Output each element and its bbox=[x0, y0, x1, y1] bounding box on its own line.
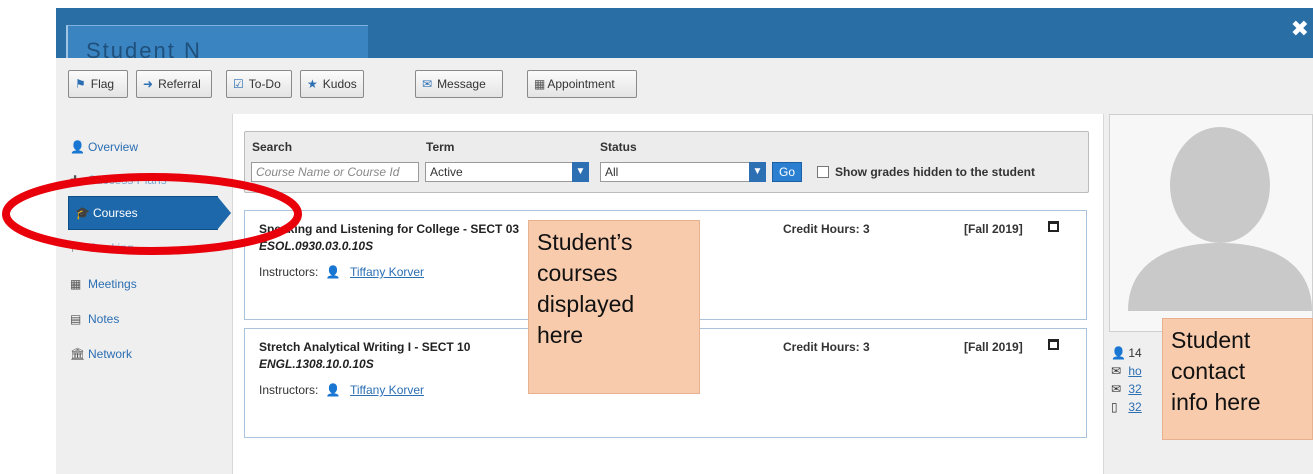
user-icon: 👤 bbox=[325, 265, 341, 279]
instructor-link[interactable]: Tiffany Korver bbox=[350, 383, 424, 397]
instructors-label: Instructors: bbox=[259, 265, 319, 279]
callout-line: displayed bbox=[537, 291, 635, 317]
calendar-icon: ▦ bbox=[70, 277, 82, 291]
callout-line: Student bbox=[1171, 327, 1251, 353]
contact-email-1[interactable]: ✉ ho bbox=[1111, 364, 1142, 378]
user-icon: 👤 bbox=[325, 383, 341, 397]
course-code: ENGL.1308.10.0.10S bbox=[259, 357, 374, 371]
course-term: [Fall 2019] bbox=[964, 222, 1023, 236]
sidebar-item-label: Success Plans bbox=[88, 173, 167, 187]
kudos-button[interactable]: ★ Kudos bbox=[300, 70, 364, 98]
referral-button[interactable]: ➜ Referral bbox=[136, 70, 212, 98]
sidebar-item-meetings[interactable]: ▦ Meetings bbox=[68, 270, 228, 298]
window-icon[interactable] bbox=[1048, 221, 1059, 232]
course-title: Speaking and Listening for College - SEC… bbox=[259, 222, 520, 236]
term-select[interactable]: Active bbox=[425, 162, 573, 182]
search-label: Search bbox=[252, 140, 293, 154]
contact-id: 👤 14 bbox=[1111, 346, 1142, 360]
callout-line: here bbox=[537, 322, 584, 348]
instructors-label: Instructors: bbox=[259, 383, 319, 397]
sidebar-item-label: Notes bbox=[88, 312, 120, 326]
referral-icon: ➜ bbox=[143, 77, 154, 91]
term-label: Term bbox=[426, 140, 455, 154]
sidebar-item-overview[interactable]: 👤 Overview bbox=[68, 133, 228, 161]
course-filter-bar: Search Term Status Course Name or Course… bbox=[244, 131, 1089, 193]
window-icon[interactable] bbox=[1048, 339, 1059, 350]
user-icon: 👤 bbox=[70, 140, 85, 154]
sidebar-item-tracking[interactable]: ⚑ Tracking bbox=[68, 234, 228, 262]
message-button[interactable]: ✉ Message bbox=[415, 70, 503, 98]
show-hidden-grades-checkbox[interactable] bbox=[817, 166, 829, 178]
student-photo bbox=[1109, 114, 1313, 332]
sidebar-item-label: Tracking bbox=[88, 241, 134, 255]
chevron-down-icon[interactable]: ▼ bbox=[749, 162, 766, 182]
course-title: Stretch Analytical Writing I - SECT 10 bbox=[259, 340, 471, 354]
mobile-phone-icon: ▯ bbox=[1111, 400, 1118, 414]
student-name-text: Student N bbox=[86, 38, 202, 58]
sidebar-item-success-plans[interactable]: ✚ Success Plans bbox=[68, 166, 228, 194]
course-instructors: Instructors: 👤 Tiffany Korver bbox=[259, 383, 424, 397]
kudos-button-label: Kudos bbox=[322, 77, 357, 91]
graduation-cap-icon: 🎓 bbox=[75, 206, 90, 220]
sidebar-item-courses[interactable]: 🎓 Courses bbox=[68, 196, 231, 230]
envelope-icon: ✉ bbox=[1111, 364, 1122, 378]
contact-email-2[interactable]: ✉ 32 bbox=[1111, 382, 1142, 396]
message-button-label: Message bbox=[437, 77, 486, 91]
chevron-down-icon[interactable]: ▼ bbox=[572, 162, 589, 182]
sidebar-item-network[interactable]: 🏛 Network bbox=[68, 340, 228, 368]
note-icon: ▤ bbox=[70, 312, 82, 326]
flag-button-label: Flag bbox=[90, 77, 115, 91]
student-name-redacted: Student N bbox=[66, 25, 368, 58]
pin-icon: ✚ bbox=[70, 173, 81, 187]
status-label: Status bbox=[600, 140, 637, 154]
flag-icon: ⚑ bbox=[75, 77, 86, 91]
bank-icon: 🏛 bbox=[70, 347, 86, 361]
appointment-button-label: Appointment bbox=[547, 77, 615, 91]
calendar-add-icon: ▦ bbox=[534, 77, 546, 91]
student-profile-page: Student N ✖ ⚑ Flag ➜ Referral ☑ To-Do ★ … bbox=[0, 0, 1313, 474]
credit-hours: Credit Hours: 3 bbox=[783, 222, 870, 236]
show-hidden-grades-label: Show grades hidden to the student bbox=[835, 165, 1036, 179]
callout-line: courses bbox=[537, 260, 618, 286]
todo-button[interactable]: ☑ To-Do bbox=[226, 70, 292, 98]
sidebar-item-label: Overview bbox=[88, 140, 139, 154]
course-code: ESOL.0930.03.0.10S bbox=[259, 239, 374, 253]
tracking-icon: ⚑ bbox=[70, 241, 81, 255]
sidebar-item-label: Meetings bbox=[88, 277, 137, 291]
avatar-placeholder-icon bbox=[1128, 127, 1312, 311]
sidebar-item-label: Network bbox=[88, 347, 133, 361]
course-term: [Fall 2019] bbox=[964, 340, 1023, 354]
user-icon: 👤 bbox=[1111, 346, 1126, 360]
checkbox-icon: ☑ bbox=[233, 77, 244, 91]
instructor-link[interactable]: Tiffany Korver bbox=[350, 265, 424, 279]
todo-button-label: To-Do bbox=[248, 77, 281, 91]
close-icon[interactable]: ✖ bbox=[1291, 18, 1309, 40]
sidebar-item-label: Courses bbox=[93, 206, 138, 220]
envelope-icon: ✉ bbox=[422, 77, 433, 91]
referral-button-label: Referral bbox=[158, 77, 201, 91]
courses-annotation-callout: Student’s courses displayed here bbox=[528, 220, 700, 394]
contact-annotation-callout: Student contact info here bbox=[1162, 318, 1313, 440]
callout-line: contact bbox=[1171, 358, 1246, 384]
course-instructors: Instructors: 👤 Tiffany Korver bbox=[259, 265, 424, 279]
status-select[interactable]: All bbox=[600, 162, 750, 182]
active-arrow bbox=[217, 196, 231, 230]
sidebar-item-notes[interactable]: ▤ Notes bbox=[68, 305, 228, 333]
contact-phone[interactable]: ▯ 32 bbox=[1111, 400, 1142, 414]
search-input[interactable]: Course Name or Course Id bbox=[251, 162, 419, 182]
callout-line: Student’s bbox=[537, 229, 633, 255]
go-button[interactable]: Go bbox=[772, 162, 802, 182]
credit-hours: Credit Hours: 3 bbox=[783, 340, 870, 354]
callout-line: info here bbox=[1171, 389, 1261, 415]
appointment-button[interactable]: ▦ Appointment bbox=[527, 70, 637, 98]
flag-button[interactable]: ⚑ Flag bbox=[68, 70, 128, 98]
star-icon: ★ bbox=[307, 77, 318, 91]
envelope-icon: ✉ bbox=[1111, 382, 1122, 396]
modal-header: Student N ✖ bbox=[56, 8, 1313, 58]
